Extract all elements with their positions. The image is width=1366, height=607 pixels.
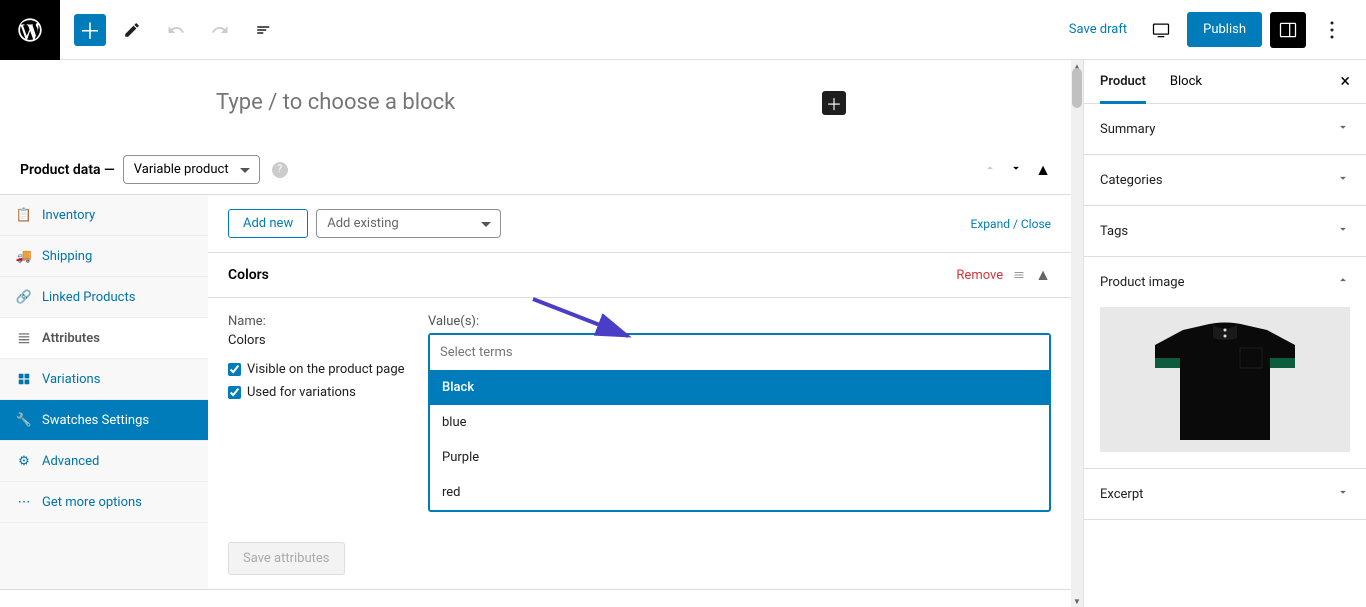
chevron-up-icon <box>1336 273 1350 291</box>
values-search-input[interactable] <box>430 335 1049 370</box>
tab-get-more[interactable]: ⋯ Get more options <box>0 482 208 523</box>
add-existing-select[interactable]: Add existing <box>316 209 501 238</box>
collapse-down-icon[interactable] <box>1009 160 1023 180</box>
link-icon: 🔗 <box>16 289 32 305</box>
edit-tool-button[interactable] <box>114 12 150 48</box>
tab-attributes[interactable]: Attributes <box>0 318 208 359</box>
values-select-box[interactable]: Black blue Purple red <box>428 333 1051 512</box>
values-label: Value(s): <box>428 314 1051 329</box>
dropdown-option[interactable]: Purple <box>430 440 1049 475</box>
scroll-down-icon[interactable]: ▼ <box>1071 595 1083 607</box>
dropdown-option[interactable]: Black <box>430 370 1049 405</box>
scrollbar-thumb[interactable] <box>1072 68 1082 108</box>
used-variations-checkbox[interactable] <box>228 386 241 399</box>
chevron-down-icon <box>1336 222 1350 240</box>
panel-categories[interactable]: Categories <box>1084 155 1366 206</box>
save-draft-button[interactable]: Save draft <box>1061 14 1135 45</box>
product-data-label: Product data — <box>20 162 115 178</box>
chevron-down-icon <box>1336 485 1350 503</box>
scrollbar[interactable]: ▲ ▼ <box>1071 60 1083 607</box>
undo-button[interactable] <box>158 12 194 48</box>
dropdown-option[interactable]: blue <box>430 405 1049 440</box>
shipping-icon: 🚚 <box>16 248 32 264</box>
used-variations-checkbox-row[interactable]: Used for variations <box>228 385 408 400</box>
tab-shipping[interactable]: 🚚 Shipping <box>0 236 208 277</box>
sidebar-tab-block[interactable]: Block <box>1170 60 1202 103</box>
sort-handle-icon[interactable] <box>1013 266 1025 285</box>
redo-button[interactable] <box>202 12 238 48</box>
attribute-section-title: Colors <box>228 267 269 283</box>
product-image[interactable] <box>1100 307 1350 452</box>
attributes-icon <box>16 330 32 346</box>
inline-add-block-button[interactable]: ＋ <box>822 91 846 115</box>
tab-inventory[interactable]: 📋 Inventory <box>0 195 208 236</box>
more-menu-button[interactable] <box>1314 12 1350 48</box>
collapse-up-icon[interactable] <box>983 160 997 180</box>
collapse-attribute-icon[interactable]: ▲ <box>1035 265 1051 285</box>
visible-checkbox-row[interactable]: Visible on the product page <box>228 362 408 377</box>
chevron-down-icon <box>1336 171 1350 189</box>
inventory-icon: 📋 <box>16 207 32 223</box>
remove-attribute-link[interactable]: Remove <box>956 268 1003 283</box>
product-type-select[interactable]: Variable product <box>123 155 260 184</box>
visible-checkbox[interactable] <box>228 363 241 376</box>
settings-toggle-button[interactable] <box>1270 12 1306 48</box>
block-placeholder[interactable]: Type / to choose a block ＋ <box>0 60 1071 145</box>
tab-advanced[interactable]: ⚙ Advanced <box>0 441 208 482</box>
panel-product-image[interactable]: Product image <box>1084 257 1366 307</box>
tab-swatches-settings[interactable]: 🔧 Swatches Settings <box>0 400 208 441</box>
expand-close-link[interactable]: Expand / Close <box>971 217 1051 231</box>
dropdown-option[interactable]: red <box>430 475 1049 510</box>
name-label: Name: <box>228 314 408 329</box>
variations-icon <box>16 371 32 387</box>
preview-button[interactable] <box>1143 12 1179 48</box>
tab-variations[interactable]: Variations <box>0 359 208 400</box>
close-sidebar-button[interactable]: × <box>1340 71 1350 92</box>
publish-button[interactable]: Publish <box>1187 12 1262 47</box>
swatches-icon: 🔧 <box>16 412 32 428</box>
add-block-button[interactable]: ＋ <box>74 14 106 46</box>
move-up-icon[interactable]: ▲ <box>1035 160 1051 180</box>
sidebar-tab-product[interactable]: Product <box>1100 60 1146 103</box>
more-icon: ⋯ <box>16 494 32 510</box>
add-new-button[interactable]: Add new <box>228 209 308 238</box>
values-dropdown: Black blue Purple red <box>430 370 1049 510</box>
chevron-down-icon <box>1336 120 1350 138</box>
panel-tags[interactable]: Tags <box>1084 206 1366 257</box>
tab-linked-products[interactable]: 🔗 Linked Products <box>0 277 208 318</box>
attribute-name-value: Colors <box>228 333 408 348</box>
panel-excerpt[interactable]: Excerpt <box>1084 468 1366 520</box>
save-attributes-button[interactable]: Save attributes <box>228 542 345 575</box>
wordpress-logo[interactable] <box>0 0 60 60</box>
panel-summary[interactable]: Summary <box>1084 104 1366 155</box>
help-icon[interactable]: ? <box>272 162 288 178</box>
gear-icon: ⚙ <box>16 453 32 469</box>
outline-button[interactable] <box>246 12 282 48</box>
